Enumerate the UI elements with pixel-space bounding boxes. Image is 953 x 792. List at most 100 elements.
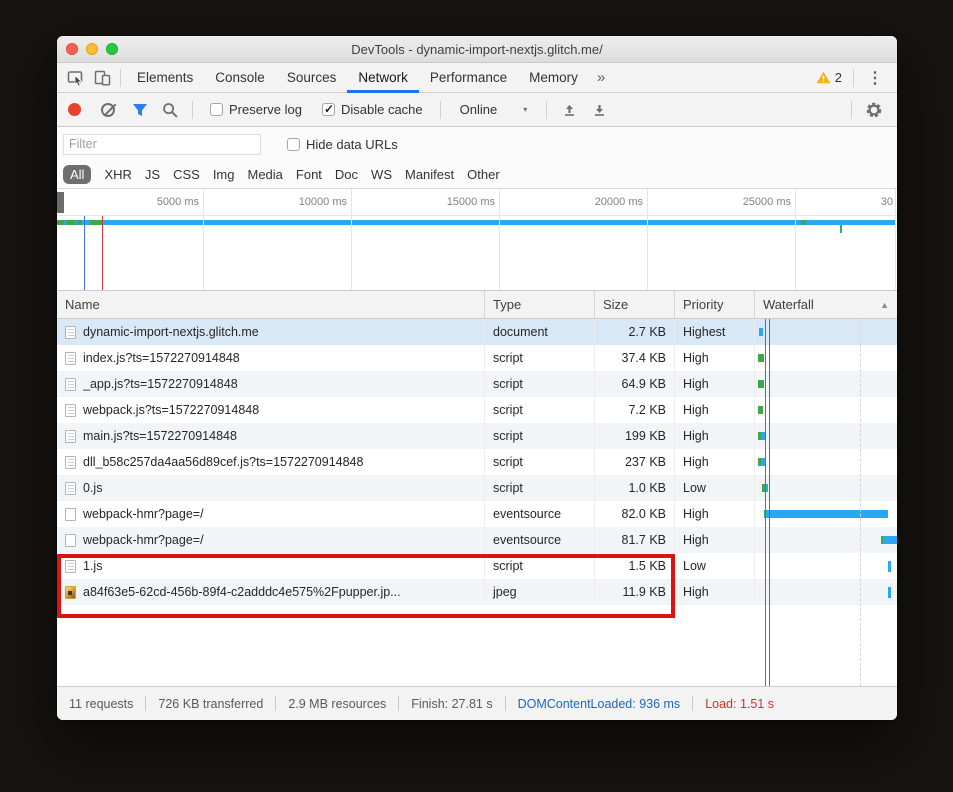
- device-toolbar-icon[interactable]: [89, 65, 115, 91]
- table-row[interactable]: _app.js?ts=1572270914848 script 64.9 KB …: [57, 371, 897, 397]
- filter-funnel-icon[interactable]: [127, 97, 153, 123]
- chip-css[interactable]: CSS: [173, 167, 200, 182]
- request-waterfall-cell: [755, 579, 897, 605]
- zoom-window-button[interactable]: [106, 43, 118, 55]
- overview-grip[interactable]: [57, 192, 64, 213]
- request-name-cell: _app.js?ts=1572270914848: [57, 371, 485, 397]
- preserve-log-label: Preserve log: [229, 102, 302, 117]
- chip-all[interactable]: All: [63, 165, 92, 184]
- more-tabs-icon[interactable]: »: [589, 69, 613, 86]
- network-status-bar: 11 requests 726 KB transferred 2.9 MB re…: [57, 686, 897, 720]
- divider: [851, 100, 852, 119]
- request-priority-cell: High: [675, 501, 755, 527]
- tab-console[interactable]: Console: [204, 63, 276, 93]
- script-file-icon: [65, 429, 76, 443]
- table-row[interactable]: dynamic-import-nextjs.glitch.me document…: [57, 319, 897, 345]
- table-row[interactable]: main.js?ts=1572270914848 script 199 KB H…: [57, 423, 897, 449]
- disable-cache-control: ✓ Disable cache: [321, 102, 423, 117]
- chip-font[interactable]: Font: [296, 167, 322, 182]
- column-header-size[interactable]: Size: [595, 291, 675, 318]
- table-row[interactable]: webpack-hmr?page=/ eventsource 81.7 KB H…: [57, 527, 897, 553]
- table-row[interactable]: index.js?ts=1572270914848 script 37.4 KB…: [57, 345, 897, 371]
- resource-type-filter-bar: All XHR JS CSS Img Media Font Doc WS Man…: [57, 161, 897, 189]
- chip-img[interactable]: Img: [213, 167, 235, 182]
- tab-elements[interactable]: Elements: [126, 63, 204, 93]
- record-network-log-button[interactable]: [68, 103, 81, 116]
- tab-sources[interactable]: Sources: [276, 63, 348, 93]
- request-type-cell: document: [485, 319, 595, 345]
- preserve-log-checkbox[interactable]: ✓: [210, 103, 223, 116]
- chip-manifest[interactable]: Manifest: [405, 167, 454, 182]
- issues-warning-badge[interactable]: 2: [810, 70, 848, 85]
- devtools-tab-bar: Elements Console Sources Network Perform…: [57, 63, 897, 93]
- table-row[interactable]: webpack.js?ts=1572270914848 script 7.2 K…: [57, 397, 897, 423]
- disable-cache-checkbox[interactable]: ✓: [321, 102, 335, 116]
- script-file-icon: [65, 559, 76, 573]
- minimize-window-button[interactable]: [86, 43, 98, 55]
- chip-doc[interactable]: Doc: [335, 167, 358, 182]
- settings-gear-icon[interactable]: [861, 97, 887, 123]
- export-har-icon[interactable]: [586, 97, 612, 123]
- titlebar: DevTools - dynamic-import-nextjs.glitch.…: [57, 36, 897, 63]
- request-type-cell: script: [485, 397, 595, 423]
- request-type-cell: eventsource: [485, 527, 595, 553]
- clear-network-log-icon[interactable]: [101, 102, 115, 117]
- request-priority-cell: High: [675, 345, 755, 371]
- network-toolbar: ✓ Preserve log ✓ Disable cache Online ▾: [57, 93, 897, 127]
- request-priority-cell: High: [675, 579, 755, 605]
- divider: [275, 696, 277, 711]
- script-file-icon: [65, 455, 76, 469]
- close-window-button[interactable]: [66, 43, 78, 55]
- table-row[interactable]: a84f63e5-62cd-456b-89f4-c2adddc4e575%2Fp…: [57, 579, 897, 605]
- request-priority-cell: High: [675, 527, 755, 553]
- dom-content-loaded-time: DOMContentLoaded: 936 ms: [517, 696, 681, 711]
- disable-cache-label: Disable cache: [340, 102, 423, 117]
- request-type-cell: script: [485, 475, 595, 501]
- tab-performance[interactable]: Performance: [419, 63, 518, 93]
- column-header-priority[interactable]: Priority: [675, 291, 755, 318]
- import-har-icon[interactable]: [556, 97, 582, 123]
- table-row[interactable]: dll_b58c257da4aa56d89cef.js?ts=157227091…: [57, 449, 897, 475]
- request-size-cell: 11.9 KB: [595, 579, 675, 605]
- table-row[interactable]: webpack-hmr?page=/ eventsource 82.0 KB H…: [57, 501, 897, 527]
- inspect-element-icon[interactable]: [63, 65, 89, 91]
- kebab-menu-icon[interactable]: ⋮: [859, 68, 891, 88]
- tab-network[interactable]: Network: [347, 63, 419, 93]
- column-header-waterfall[interactable]: Waterfall ▲: [755, 291, 897, 318]
- network-overview[interactable]: [57, 216, 897, 290]
- chip-other[interactable]: Other: [467, 167, 500, 182]
- hide-data-urls-checkbox[interactable]: ✓: [287, 137, 300, 151]
- chip-xhr[interactable]: XHR: [104, 167, 131, 182]
- resources-size: 2.9 MB resources: [288, 696, 387, 711]
- divider: [853, 68, 854, 87]
- request-type-cell: script: [485, 345, 595, 371]
- request-waterfall-cell: [755, 423, 897, 449]
- request-type-cell: jpeg: [485, 579, 595, 605]
- filter-input[interactable]: [63, 133, 261, 155]
- request-waterfall-cell: [755, 501, 897, 527]
- table-row[interactable]: 1.js script 1.5 KB Low: [57, 553, 897, 579]
- warning-triangle-icon: [816, 71, 831, 84]
- throttling-dropdown[interactable]: Online ▾: [460, 102, 528, 117]
- tab-memory[interactable]: Memory: [518, 63, 589, 93]
- chip-ws[interactable]: WS: [371, 167, 392, 182]
- requests-count: 11 requests: [69, 696, 134, 711]
- chip-media[interactable]: Media: [247, 167, 282, 182]
- request-name-cell: webpack-hmr?page=/: [57, 501, 485, 527]
- throttling-value: Online: [459, 102, 498, 117]
- request-priority-cell: High: [675, 371, 755, 397]
- chip-js[interactable]: JS: [145, 167, 160, 182]
- devtools-window: DevTools - dynamic-import-nextjs.glitch.…: [57, 36, 897, 720]
- request-waterfall-cell: [755, 397, 897, 423]
- sort-ascending-icon: ▲: [880, 299, 889, 310]
- table-row[interactable]: 0.js script 1.0 KB Low: [57, 475, 897, 501]
- chevron-down-icon: ▾: [523, 105, 528, 114]
- request-waterfall-cell: [755, 371, 897, 397]
- search-icon[interactable]: [157, 97, 183, 123]
- request-waterfall-cell: [755, 319, 897, 345]
- column-header-name[interactable]: Name: [57, 291, 485, 318]
- column-header-type[interactable]: Type: [485, 291, 595, 318]
- request-name-cell: 1.js: [57, 553, 485, 579]
- script-file-icon: [65, 377, 76, 391]
- plain-file-icon: [65, 507, 76, 521]
